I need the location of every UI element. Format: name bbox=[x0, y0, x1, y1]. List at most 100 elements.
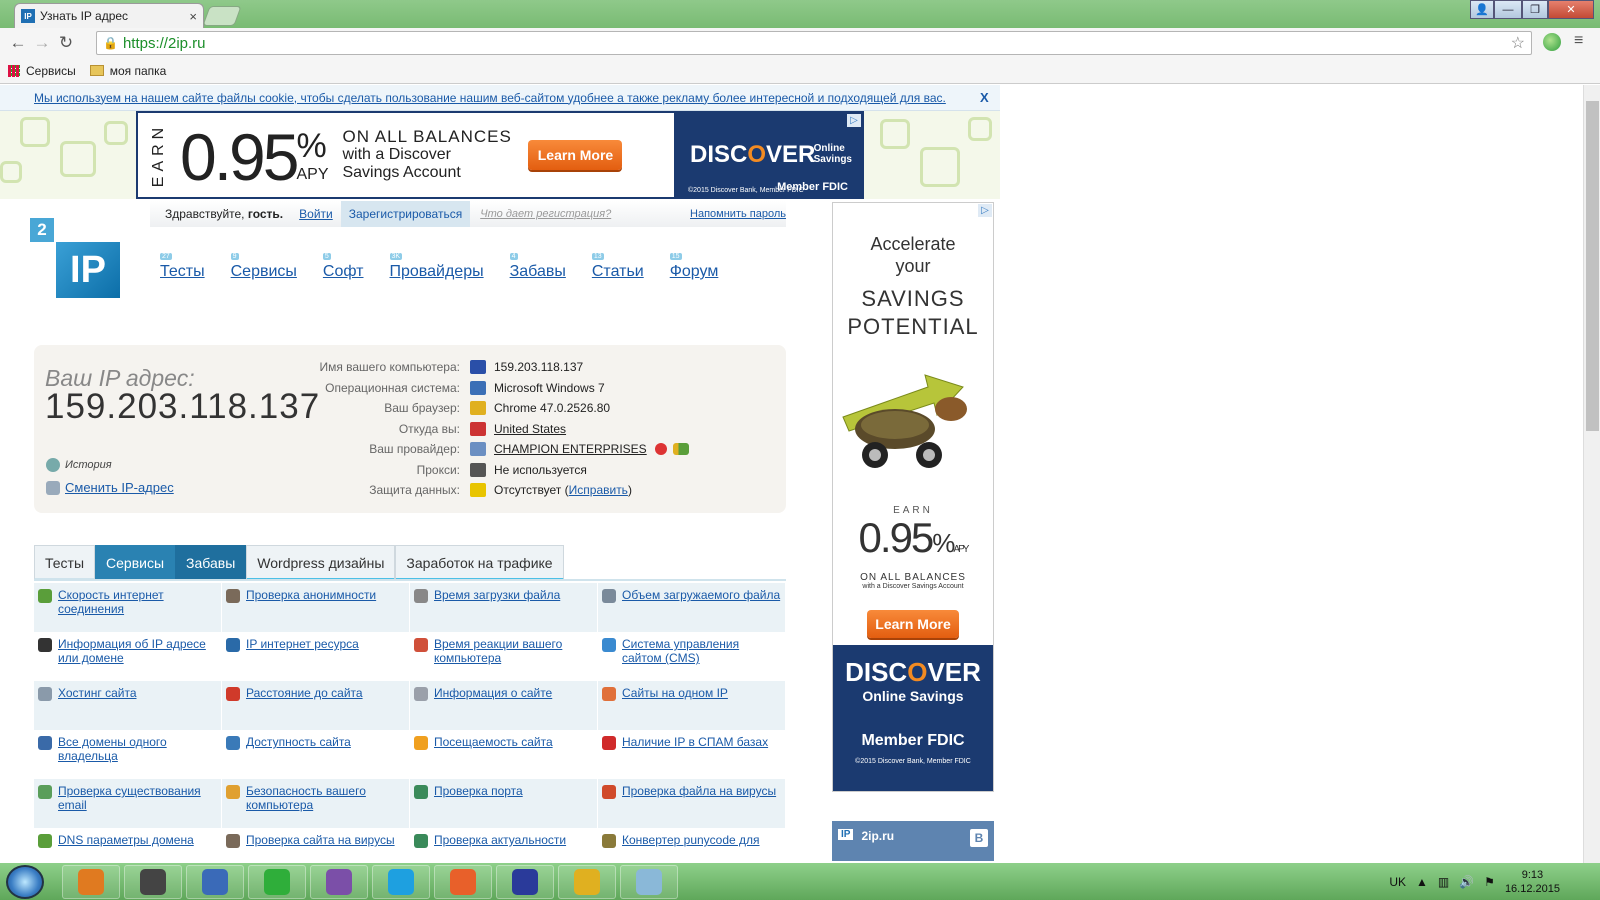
service-item[interactable]: Хостинг сайта bbox=[34, 681, 222, 730]
service-link[interactable]: Время реакции вашего компьютера bbox=[434, 637, 593, 676]
media-player-taskbar-button[interactable] bbox=[62, 864, 120, 899]
volume-icon[interactable]: 🔊 bbox=[1459, 875, 1474, 889]
service-item[interactable]: Скорость интернет соединения bbox=[34, 583, 222, 632]
service-item[interactable]: Сайты на одном IP bbox=[598, 681, 786, 730]
service-item[interactable]: Система управления сайтом (CMS) bbox=[598, 632, 786, 681]
flag-icon[interactable]: ⚑ bbox=[1484, 875, 1495, 889]
service-link[interactable]: Объем загружаемого файла bbox=[622, 588, 780, 627]
firefox-taskbar-button[interactable] bbox=[434, 864, 492, 899]
menu-item-soft[interactable]: 5 Софт bbox=[322, 253, 364, 281]
service-link[interactable]: Информация об IP адресе или домене bbox=[58, 637, 217, 676]
service-link[interactable]: Хостинг сайта bbox=[58, 686, 137, 725]
service-item[interactable]: Посещаемость сайта bbox=[410, 730, 598, 779]
menu-item-tests[interactable]: 27 Тесты bbox=[160, 253, 205, 281]
service-link[interactable]: DNS параметры домена bbox=[58, 833, 194, 863]
cookie-close-button[interactable]: X bbox=[980, 90, 989, 105]
service-item[interactable]: Проверка существования email bbox=[34, 779, 222, 828]
service-item[interactable]: Информация о сайте bbox=[410, 681, 598, 730]
maximize-button[interactable]: ❐ bbox=[1522, 0, 1548, 19]
service-item[interactable]: Проверка сайта на вирусы bbox=[222, 828, 410, 863]
browser-tab[interactable]: IP Узнать IP адрес × bbox=[14, 3, 204, 28]
service-item[interactable]: Проверка анонимности bbox=[222, 583, 410, 632]
tab-tests[interactable]: Тесты bbox=[34, 545, 96, 581]
back-arrow-icon[interactable]: ← bbox=[6, 33, 30, 53]
service-link[interactable]: Доступность сайта bbox=[246, 735, 351, 774]
bookmark-star-icon[interactable]: ☆ bbox=[1511, 33, 1525, 53]
service-link[interactable]: Проверка актуальности bbox=[434, 833, 566, 863]
change-ip-link[interactable]: Сменить IP-адрес bbox=[46, 480, 174, 495]
pen-editor-taskbar-button[interactable] bbox=[186, 864, 244, 899]
history-link[interactable]: История bbox=[46, 458, 112, 472]
viber-taskbar-button[interactable] bbox=[310, 864, 368, 899]
bookmark-my-folder[interactable]: моя папка bbox=[89, 64, 166, 78]
detail-value[interactable]: United States bbox=[494, 422, 566, 436]
site-logo[interactable]: 2 IP bbox=[30, 218, 122, 300]
service-link[interactable]: Проверка файла на вирусы bbox=[622, 784, 776, 823]
fix-link[interactable]: Исправить bbox=[569, 483, 628, 497]
signal-bars-icon[interactable] bbox=[672, 443, 689, 456]
service-item[interactable]: Проверка порта bbox=[410, 779, 598, 828]
service-item[interactable]: Все домены одного владельца bbox=[34, 730, 222, 779]
side-learn-more-button[interactable]: Learn More bbox=[867, 610, 959, 638]
service-item[interactable]: Наличие IP в СПАМ базах bbox=[598, 730, 786, 779]
service-item[interactable]: Объем загружаемого файла bbox=[598, 583, 786, 632]
minimize-button[interactable]: — bbox=[1494, 0, 1522, 19]
menu-item-fun[interactable]: 4 Забавы bbox=[509, 253, 566, 281]
page-scrollbar[interactable] bbox=[1583, 85, 1600, 863]
menu-item-articles[interactable]: 13 Статьи bbox=[591, 253, 644, 281]
remind-password-link[interactable]: Напомнить пароль bbox=[690, 208, 786, 220]
menu-item-services[interactable]: 9 Сервисы bbox=[230, 253, 297, 281]
tab-wordpress[interactable]: Wordpress дизайны bbox=[246, 545, 396, 581]
chrome-taskbar-button[interactable] bbox=[558, 864, 616, 899]
discover-side-ad[interactable]: ▷ Accelerate your SAVINGS POTENTIAL EARN 0… bbox=[832, 202, 994, 792]
tab-services[interactable]: Сервисы bbox=[95, 545, 176, 581]
chrome-menu-icon[interactable]: ≡ bbox=[1574, 32, 1583, 50]
service-link[interactable]: Безопасность вашего компьютера bbox=[246, 784, 405, 823]
service-item[interactable]: Проверка файла на вирусы bbox=[598, 779, 786, 828]
detail-value[interactable]: CHAMPION ENTERPRISES bbox=[494, 442, 647, 456]
service-link[interactable]: Проверка анонимности bbox=[246, 588, 376, 627]
adchoices-icon[interactable]: ▷ bbox=[978, 204, 992, 217]
service-link[interactable]: Проверка сайта на вирусы bbox=[246, 833, 395, 863]
new-tab-button[interactable] bbox=[202, 6, 242, 26]
service-item[interactable]: Безопасность вашего компьютера bbox=[222, 779, 410, 828]
clock[interactable]: 9:13 16.12.2015 bbox=[1505, 868, 1560, 896]
tab-fun[interactable]: Забавы bbox=[175, 545, 247, 581]
service-link[interactable]: Скорость интернет соединения bbox=[58, 588, 217, 627]
menu-item-providers[interactable]: 3K Провайдеры bbox=[389, 253, 484, 281]
user-icon[interactable]: 👤 bbox=[1470, 0, 1494, 19]
notes-taskbar-button[interactable] bbox=[620, 864, 678, 899]
extension-globe-icon[interactable] bbox=[1543, 33, 1561, 51]
service-item[interactable]: IP интернет ресурса bbox=[222, 632, 410, 681]
what-registration-gives-link[interactable]: Что дает регистрация? bbox=[480, 208, 611, 220]
service-item[interactable]: DNS параметры домена bbox=[34, 828, 222, 863]
cookie-notice-link[interactable]: Мы используем на нашем сайте файлы cooki… bbox=[34, 91, 946, 105]
service-link[interactable]: Информация о сайте bbox=[434, 686, 552, 725]
menu-item-forum[interactable]: 15 Форум bbox=[669, 253, 718, 281]
service-item[interactable]: Проверка актуальности bbox=[410, 828, 598, 863]
whatsapp-taskbar-button[interactable] bbox=[248, 864, 306, 899]
skype-taskbar-button[interactable] bbox=[372, 864, 430, 899]
service-item[interactable]: Время реакции вашего компьютера bbox=[410, 632, 598, 681]
language-indicator[interactable]: UK bbox=[1389, 875, 1406, 889]
register-link[interactable]: Зарегистрироваться bbox=[340, 201, 471, 227]
service-link[interactable]: Посещаемость сайта bbox=[434, 735, 553, 774]
save-disk-taskbar-button[interactable] bbox=[496, 864, 554, 899]
tray-arrow-icon[interactable]: ▲ bbox=[1416, 875, 1428, 889]
service-link[interactable]: Сайты на одном IP bbox=[622, 686, 728, 725]
service-link[interactable]: Проверка порта bbox=[434, 784, 523, 823]
service-link[interactable]: IP интернет ресурса bbox=[246, 637, 359, 676]
service-item[interactable]: Расстояние до сайта bbox=[222, 681, 410, 730]
start-button[interactable] bbox=[6, 864, 44, 899]
forward-arrow-icon[interactable]: → bbox=[30, 33, 54, 53]
media-player-classic-taskbar-button[interactable] bbox=[124, 864, 182, 899]
close-tab-icon[interactable]: × bbox=[189, 9, 197, 24]
login-link[interactable]: Войти bbox=[299, 207, 333, 221]
vk-widget[interactable]: IP 2ip.ru B bbox=[832, 821, 994, 861]
adchoices-icon[interactable]: ▷ bbox=[847, 114, 861, 127]
service-link[interactable]: Система управления сайтом (CMS) bbox=[622, 637, 781, 676]
close-window-button[interactable]: ✕ bbox=[1548, 0, 1594, 19]
url-text[interactable]: https://2ip.ru bbox=[123, 35, 1511, 52]
service-link[interactable]: Расстояние до сайта bbox=[246, 686, 363, 725]
service-link[interactable]: Конвертер punycode для bbox=[622, 833, 760, 863]
